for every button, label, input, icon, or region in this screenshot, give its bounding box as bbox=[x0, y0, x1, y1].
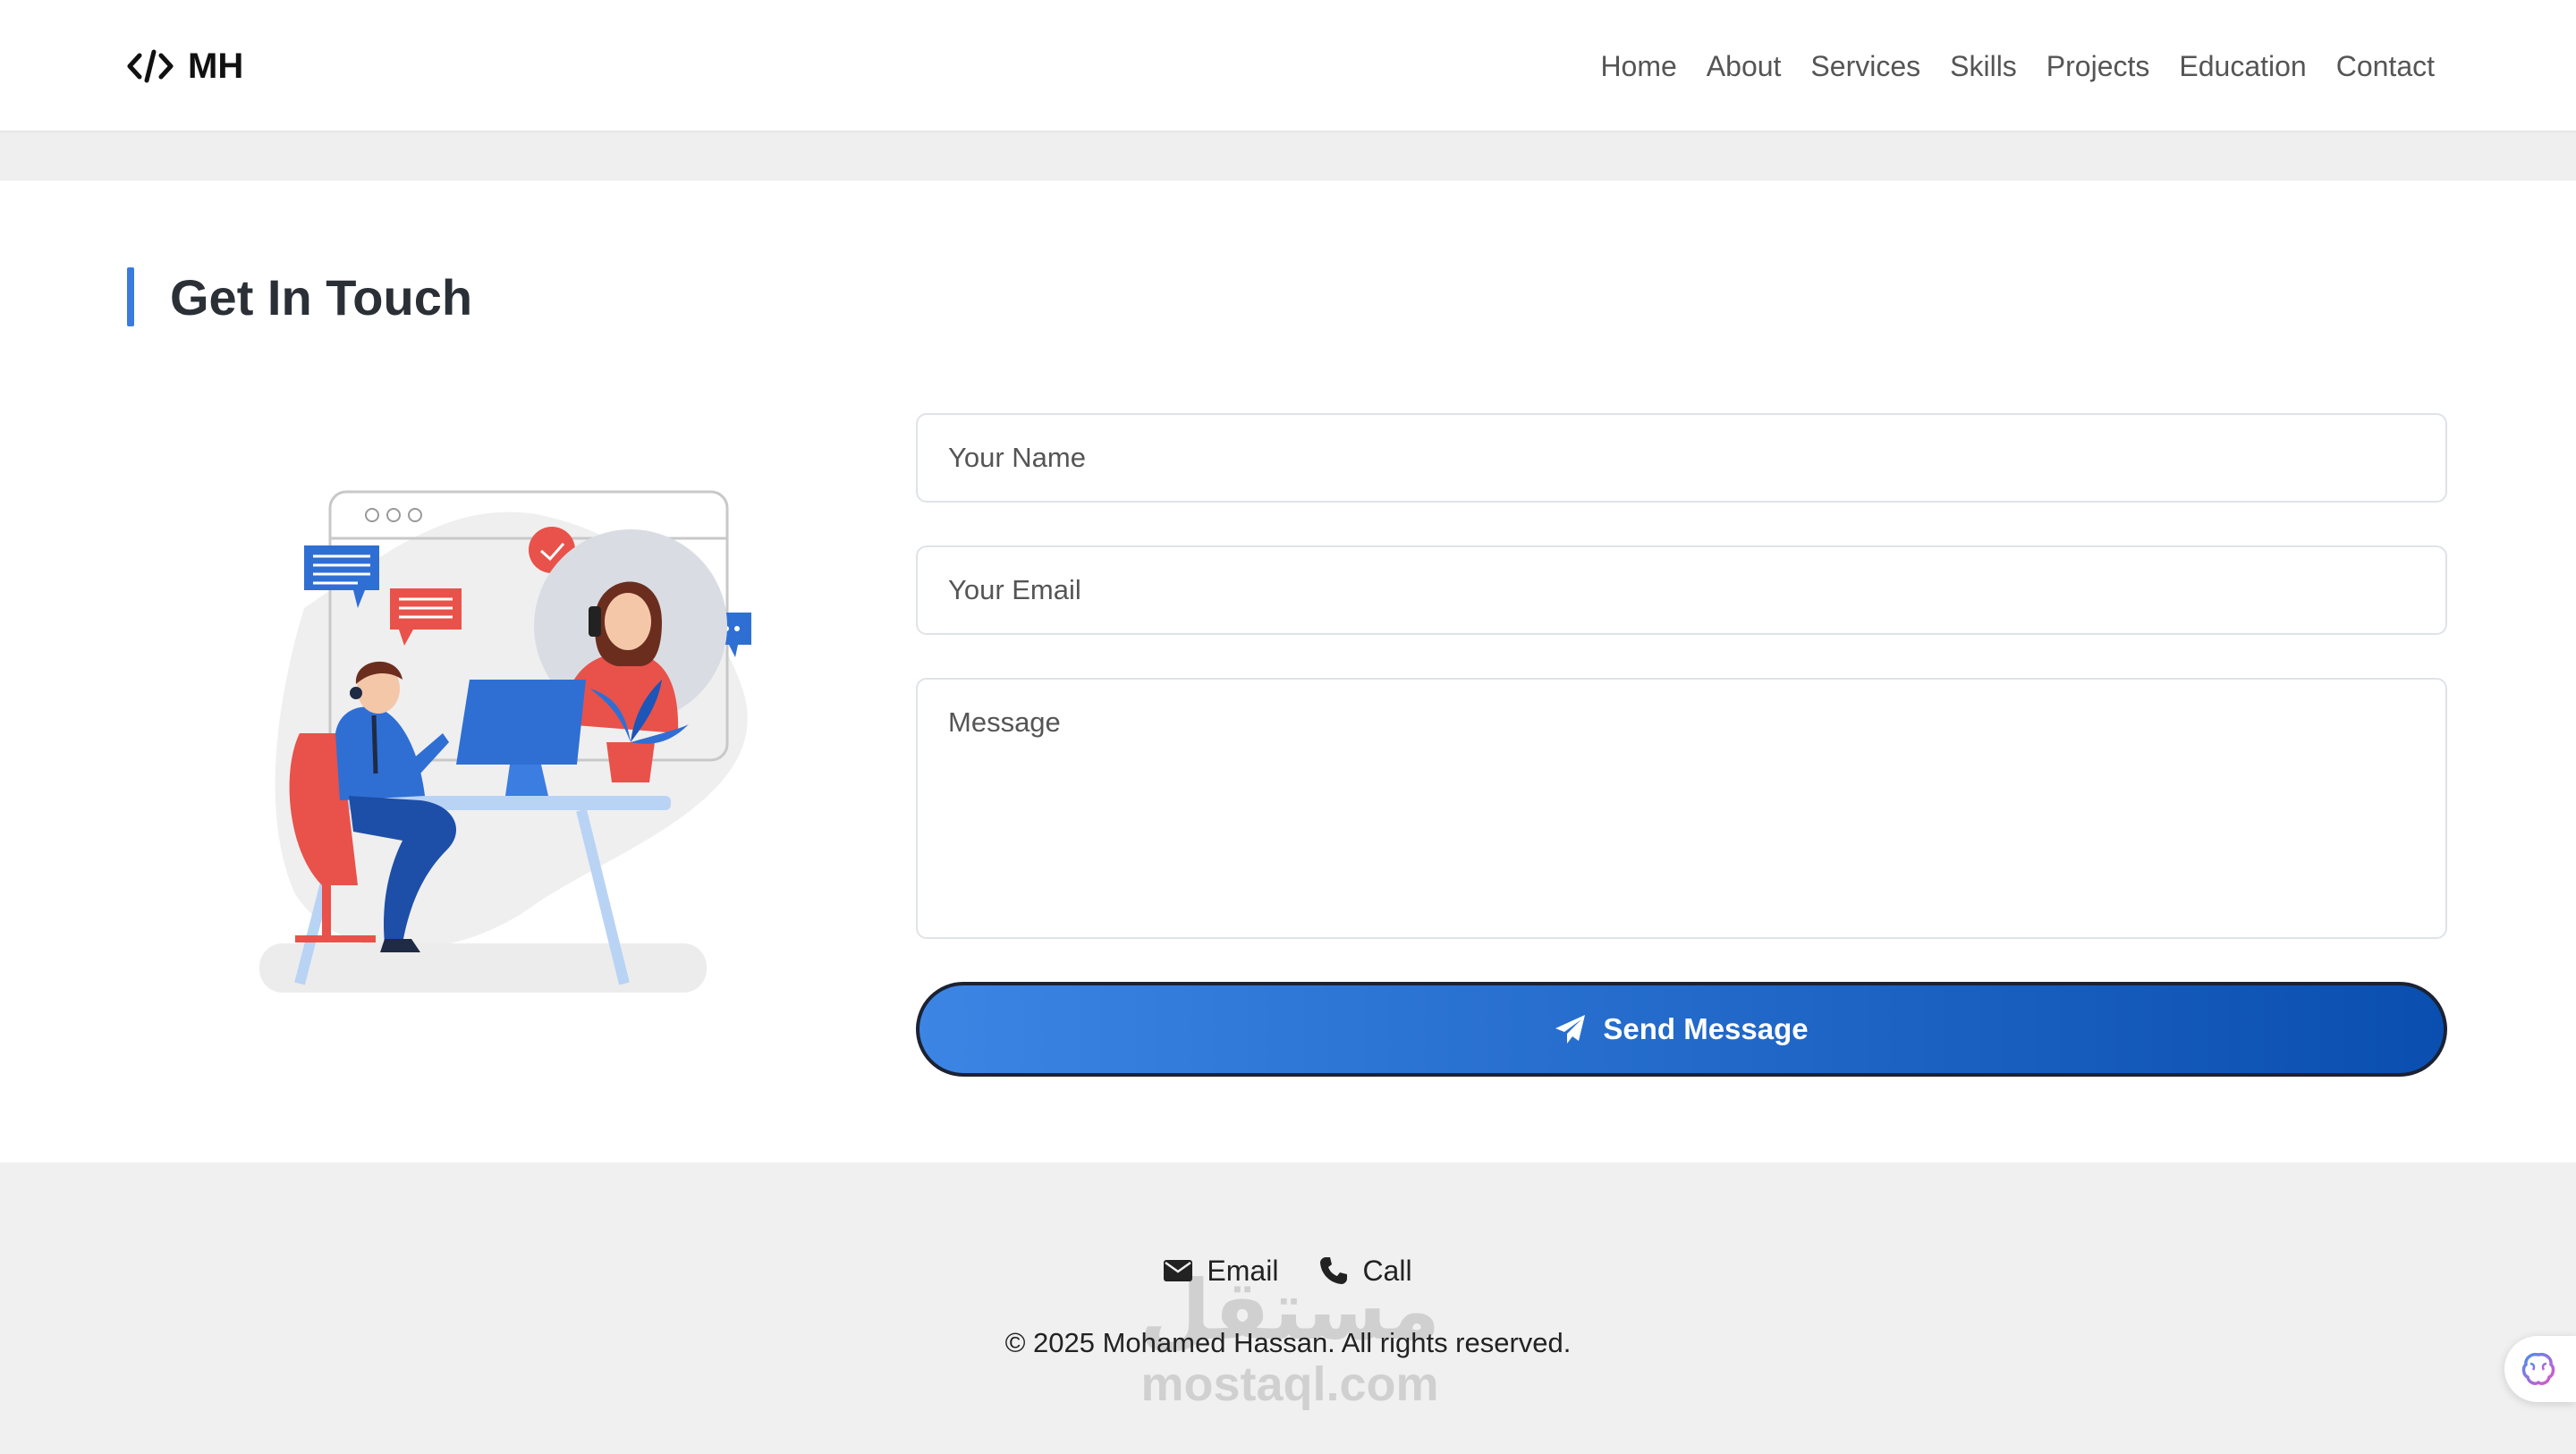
name-input[interactable] bbox=[916, 413, 2447, 503]
footer-call-label: Call bbox=[1362, 1254, 1412, 1287]
footer-email-label: Email bbox=[1207, 1254, 1279, 1287]
main-nav: Home About Services Skills Projects Educ… bbox=[1600, 39, 2435, 93]
send-button-label: Send Message bbox=[1603, 1012, 1809, 1045]
paper-plane-icon bbox=[1555, 1015, 1586, 1044]
email-input[interactable] bbox=[916, 545, 2447, 635]
watermark-latin: mostaql.com bbox=[1140, 1357, 1439, 1411]
nav-link-projects[interactable]: Projects bbox=[2046, 50, 2150, 83]
assistant-widget[interactable] bbox=[2504, 1336, 2576, 1402]
page-title: Get In Touch bbox=[170, 268, 473, 325]
message-textarea[interactable] bbox=[916, 678, 2447, 939]
brand-logo[interactable]: MH bbox=[127, 39, 243, 93]
footer-call-link[interactable]: Call bbox=[1319, 1254, 1412, 1288]
section-heading: Get In Touch bbox=[127, 266, 472, 327]
footer-email-link[interactable]: Email bbox=[1164, 1255, 1278, 1288]
phone-icon bbox=[1320, 1257, 1348, 1284]
footer-links: Email Call bbox=[0, 1248, 2576, 1293]
brain-icon bbox=[2521, 1352, 2555, 1385]
nav-link-education[interactable]: Education bbox=[2179, 50, 2306, 83]
send-message-button[interactable]: Send Message bbox=[916, 982, 2447, 1077]
navbar: MH Home About Services Skills Projects E… bbox=[0, 0, 2576, 132]
nav-link-skills[interactable]: Skills bbox=[1950, 50, 2017, 83]
section-divider bbox=[0, 132, 2576, 181]
customer-support-illustration bbox=[259, 490, 751, 993]
envelope-icon bbox=[1164, 1260, 1193, 1281]
nav-link-contact[interactable]: Contact bbox=[2336, 50, 2435, 83]
brand-text: MH bbox=[188, 46, 244, 86]
nav-link-about[interactable]: About bbox=[1707, 50, 1782, 83]
heading-accent-bar bbox=[127, 267, 134, 326]
code-icon bbox=[127, 49, 174, 83]
nav-link-services[interactable]: Services bbox=[1810, 50, 1920, 83]
copyright-text: © 2025 Mohamed Hassan. All rights reserv… bbox=[1004, 1327, 1572, 1358]
nav-link-home[interactable]: Home bbox=[1600, 50, 1676, 83]
